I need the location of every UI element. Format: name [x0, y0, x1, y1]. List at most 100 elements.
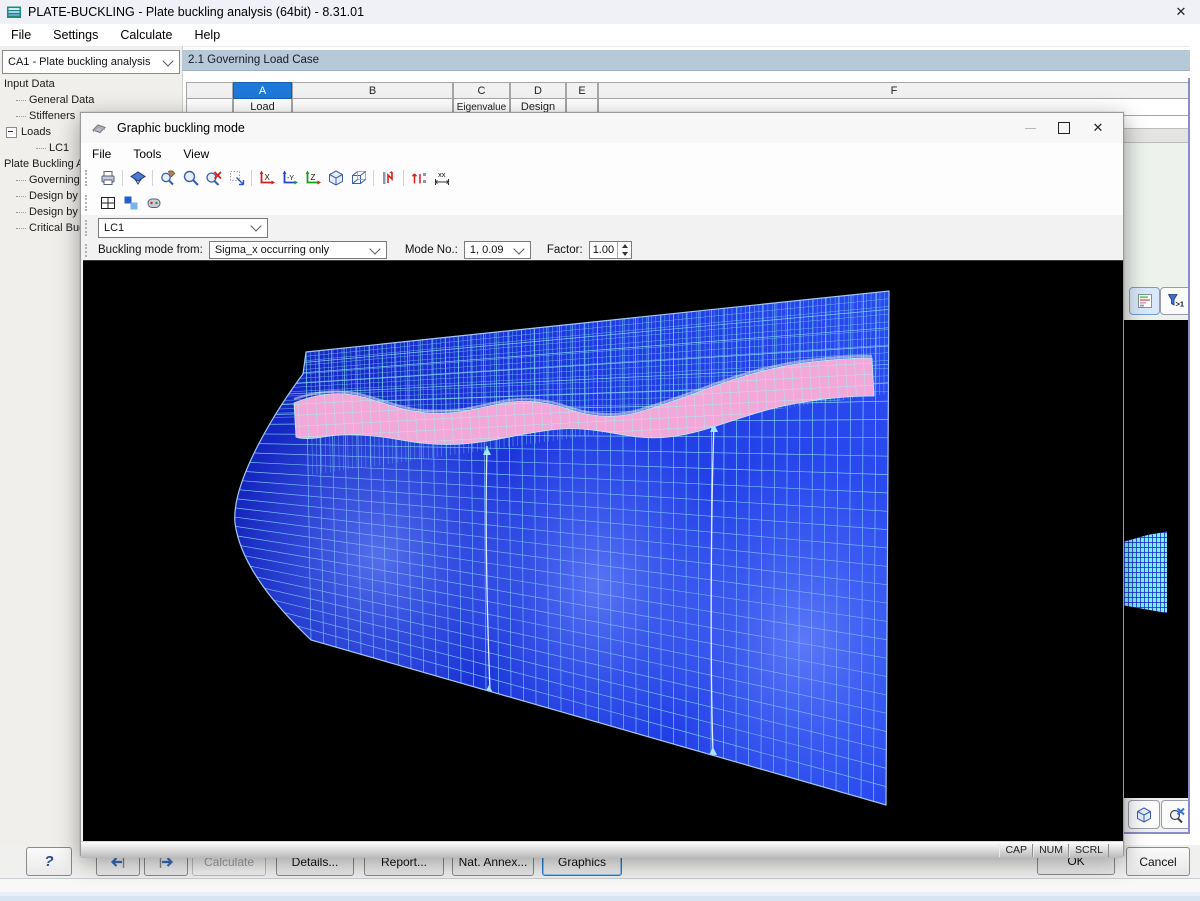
svg-text:xx: xx — [438, 170, 446, 179]
isometric-view-button[interactable] — [324, 168, 347, 188]
mesh-points-icon — [228, 169, 246, 187]
collapse-icon[interactable] — [6, 127, 17, 138]
load-case-selector[interactable]: LC1 — [98, 218, 268, 238]
numbering-button[interactable] — [407, 168, 430, 188]
view-x-icon: X — [258, 169, 276, 187]
view-y-button[interactable]: -Y — [278, 168, 301, 188]
scroll-lock-indicator: SCRL — [1069, 844, 1109, 857]
dialog-menu-view[interactable]: View — [172, 143, 220, 165]
menu-settings[interactable]: Settings — [42, 24, 109, 46]
column-header-f[interactable]: F — [598, 82, 1190, 99]
factor-spinner[interactable]: 1.00 — [589, 241, 632, 259]
svg-text:Z: Z — [310, 173, 315, 182]
panels-toggle-button[interactable] — [119, 193, 142, 213]
table-section-header: 2.1 Governing Load Case — [182, 50, 1190, 71]
zoom-cancel-icon — [1168, 806, 1186, 824]
zoom-cancel-button[interactable] — [202, 168, 225, 188]
result-values-icon — [380, 169, 398, 187]
caps-lock-indicator: CAP — [999, 844, 1033, 857]
background-mesh-fragment — [1124, 530, 1167, 613]
main-window-title: PLATE-BUCKLING - Plate buckling analysis… — [28, 5, 364, 19]
right-margin — [1190, 46, 1200, 845]
display-properties-icon — [129, 169, 147, 187]
zoom-pan-button[interactable] — [156, 168, 179, 188]
case-selector[interactable]: CA1 - Plate buckling analysis — [2, 50, 180, 74]
svg-text:-Y: -Y — [287, 175, 294, 182]
column-header-b[interactable]: B — [292, 82, 453, 99]
buckling-mode-label: Buckling mode from: — [98, 244, 203, 256]
load-case-row: LC1 — [81, 215, 1123, 241]
dialog-close-button[interactable]: ✕ — [1081, 113, 1115, 143]
print-button[interactable] — [96, 168, 119, 188]
menu-file[interactable]: File — [0, 24, 42, 46]
isometric-cube-icon — [1135, 806, 1153, 824]
isometric-view-button[interactable] — [1128, 800, 1160, 829]
perspective-view-button[interactable] — [347, 168, 370, 188]
table-view-button[interactable] — [96, 193, 119, 213]
zoom-cancel-icon — [205, 169, 223, 187]
close-icon: ✕ — [1093, 120, 1104, 136]
buckling-mode-viewport[interactable] — [83, 260, 1123, 841]
svg-text:>1: >1 — [1176, 300, 1185, 309]
menu-help[interactable]: Help — [183, 24, 231, 46]
dialog-toolbar-view — [81, 191, 1123, 216]
app-icon — [6, 4, 22, 20]
buckling-mode-select[interactable]: Sigma_x occurring only — [209, 241, 387, 259]
print-icon — [99, 169, 117, 187]
panels-icon — [122, 194, 140, 212]
dialog-titlebar[interactable]: Graphic buckling mode ✕ — [81, 113, 1123, 144]
zoom-in-icon — [182, 169, 200, 187]
maximize-button[interactable] — [1047, 113, 1081, 143]
column-header-e[interactable]: E — [566, 82, 598, 99]
minimize-icon — [1025, 128, 1036, 129]
buckling-mode-3d-view — [83, 261, 1123, 841]
spin-down-icon[interactable] — [618, 250, 631, 258]
view-z-button[interactable]: Z — [301, 168, 324, 188]
mode-no-select[interactable]: 1, 0.09 — [464, 241, 531, 259]
rendering-button[interactable] — [142, 193, 165, 213]
main-close-button[interactable]: ✕ — [1162, 0, 1200, 24]
main-menubar: File Settings Calculate Help — [0, 24, 1200, 47]
mouse-icon — [145, 194, 163, 212]
filter-icon: >1 — [1166, 292, 1185, 310]
view-y-icon: -Y — [281, 169, 299, 187]
help-icon: ? — [44, 853, 53, 870]
mode-no-label: Mode No.: — [405, 244, 458, 256]
dialog-menubar: File Tools View — [81, 143, 1123, 166]
buckling-mode-row: Buckling mode from: Sigma_x occurring on… — [81, 240, 1123, 260]
dialog-title: Graphic buckling mode — [117, 121, 245, 135]
dimensions-button[interactable]: xx — [430, 168, 453, 188]
filter-button[interactable]: >1 — [1160, 287, 1191, 315]
dialog-status-bar: CAP NUM SCRL — [81, 841, 1123, 858]
case-selector-value: CA1 - Plate buckling analysis — [8, 56, 150, 68]
chevron-down-icon — [513, 243, 524, 254]
svg-text:X: X — [264, 173, 270, 182]
results-panel-button[interactable] — [1129, 287, 1160, 315]
menu-calculate[interactable]: Calculate — [109, 24, 183, 46]
display-properties-button[interactable] — [126, 168, 149, 188]
tree-item-general-data[interactable]: General Data — [0, 92, 182, 108]
numbering-icon — [410, 169, 428, 187]
cancel-button[interactable]: Cancel — [1126, 847, 1190, 876]
spin-up-icon[interactable] — [618, 242, 631, 250]
toolbar-grip — [85, 170, 91, 186]
column-header-d[interactable]: D — [510, 82, 566, 99]
factor-label: Factor: — [547, 244, 583, 256]
tree-item-input-data[interactable]: Input Data — [0, 76, 182, 92]
help-button[interactable]: ? — [26, 847, 72, 876]
table-section-title: 2.1 Governing Load Case — [188, 54, 319, 66]
dialog-menu-tools[interactable]: Tools — [122, 143, 172, 165]
mesh-points-button[interactable] — [225, 168, 248, 188]
toolbar-grip — [85, 195, 91, 211]
result-values-button[interactable] — [377, 168, 400, 188]
graphic-buckling-mode-dialog: Graphic buckling mode ✕ File Tools View … — [80, 112, 1124, 856]
dialog-menu-file[interactable]: File — [81, 143, 122, 165]
zoom-in-button[interactable] — [179, 168, 202, 188]
chevron-down-icon — [369, 243, 380, 254]
num-lock-indicator: NUM — [1033, 844, 1069, 857]
view-x-button[interactable]: X — [255, 168, 278, 188]
main-status-bar — [0, 878, 1200, 901]
column-header-a[interactable]: A — [233, 82, 292, 99]
isometric-cube-icon — [327, 169, 345, 187]
column-header-c[interactable]: C — [453, 82, 510, 99]
